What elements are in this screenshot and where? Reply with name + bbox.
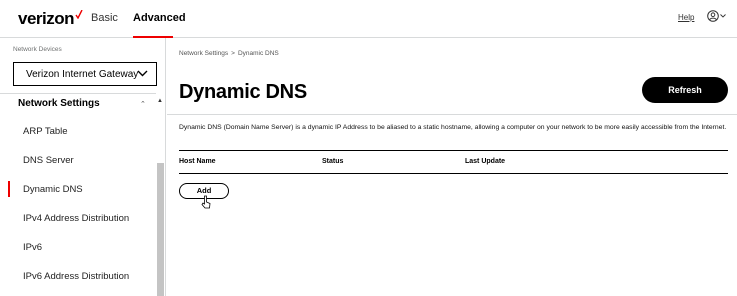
- title-divider: [167, 114, 737, 115]
- column-header-status: Status: [322, 158, 344, 165]
- network-devices-caption: Network Devices: [13, 46, 62, 53]
- breadcrumb-separator: >: [231, 50, 235, 57]
- sidebar-item-dns-server[interactable]: DNS Server: [23, 155, 74, 166]
- mouse-pointer-icon: [201, 195, 211, 209]
- column-header-last-update: Last Update: [465, 158, 506, 165]
- sidebar-item-arp-table[interactable]: ARP Table: [23, 126, 68, 137]
- chevron-down-icon: [137, 70, 148, 77]
- table-header-border: [179, 173, 728, 174]
- help-link[interactable]: Help: [678, 13, 694, 22]
- tab-advanced[interactable]: Advanced: [133, 12, 186, 24]
- verizon-logo[interactable]: verizon: [18, 9, 83, 29]
- sidebar-item-ipv6-address-distribution[interactable]: IPv6 Address Distribution: [23, 271, 129, 282]
- sidebar-scrollbar[interactable]: ▲: [156, 93, 165, 296]
- sidebar-item-ipv6[interactable]: IPv6: [23, 242, 42, 253]
- brand-name: verizon: [18, 9, 75, 28]
- sidebar: Network Devices Verizon Internet Gateway…: [0, 38, 166, 296]
- chevron-up-icon[interactable]: ⌃: [140, 100, 146, 108]
- breadcrumb-network-settings[interactable]: Network Settings: [179, 50, 228, 57]
- refresh-button[interactable]: Refresh: [642, 77, 728, 103]
- user-menu-button[interactable]: [707, 10, 726, 22]
- sidebar-item-ipv4-address-distribution[interactable]: IPv4 Address Distribution: [23, 213, 129, 224]
- table-top-border: [179, 150, 728, 151]
- column-header-host-name: Host Name: [179, 158, 216, 165]
- sidebar-item-dynamic-dns[interactable]: Dynamic DNS: [23, 184, 83, 195]
- breadcrumb-dynamic-dns: Dynamic DNS: [237, 50, 279, 57]
- chevron-down-icon: [720, 14, 726, 18]
- device-select[interactable]: Verizon Internet Gateway: [13, 62, 157, 86]
- top-header: verizon Basic Advanced Help: [0, 0, 737, 38]
- active-item-indicator: [8, 181, 10, 197]
- sidebar-divider: [0, 93, 156, 94]
- device-select-value: Verizon Internet Gateway: [26, 69, 139, 80]
- sidebar-section-title[interactable]: Network Settings: [18, 98, 100, 109]
- tab-basic[interactable]: Basic: [91, 12, 118, 24]
- checkmark-icon: [75, 10, 83, 19]
- page-description: Dynamic DNS (Domain Name Server) is a dy…: [179, 124, 727, 131]
- scrollbar-thumb[interactable]: [157, 163, 164, 296]
- user-circle-icon: [707, 10, 719, 22]
- page-title: Dynamic DNS: [179, 81, 307, 103]
- breadcrumb: Network Settings > Dynamic DNS: [179, 50, 279, 57]
- scroll-up-arrow-icon[interactable]: ▲: [157, 98, 163, 104]
